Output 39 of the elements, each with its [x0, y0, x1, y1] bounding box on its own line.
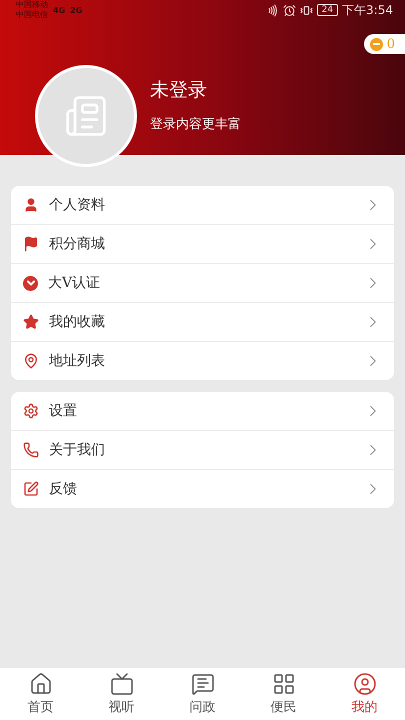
status-time: 下午3:54 — [342, 2, 393, 18]
settings-icon — [23, 403, 39, 419]
user-name[interactable]: 未登录 — [150, 77, 241, 103]
phone-icon — [23, 442, 39, 458]
flag-icon — [23, 236, 39, 252]
coin-icon — [370, 38, 383, 50]
chevron-badge-icon — [23, 276, 38, 290]
user-icon — [352, 672, 376, 696]
home-icon — [28, 672, 52, 696]
menu-item[interactable]: 大V认证 — [11, 263, 394, 302]
points-value: 0 — [386, 36, 395, 52]
alarm-icon — [282, 4, 296, 16]
star-icon — [23, 314, 39, 330]
vibrate-icon — [300, 4, 313, 16]
nav-tab[interactable]: 首页 — [0, 668, 81, 720]
carrier-name: 中国移动 — [16, 0, 48, 10]
network-type: 4G — [53, 6, 66, 14]
newspaper-icon — [64, 94, 108, 138]
nav-tab[interactable]: 我的 — [324, 668, 405, 720]
tv-icon — [110, 672, 134, 696]
nav-tab[interactable]: 视听 — [81, 668, 162, 720]
carrier-name: 中国电信 — [16, 10, 48, 20]
edit-icon — [23, 481, 39, 497]
menu-item[interactable]: 个人资料 — [11, 186, 394, 224]
menu-item[interactable]: 关于我们 — [11, 430, 394, 469]
grid-icon — [272, 672, 296, 696]
message-icon — [190, 672, 214, 696]
person-icon — [23, 197, 39, 213]
menu-item[interactable]: 我的收藏 — [11, 302, 394, 341]
battery-level: 24 — [316, 4, 338, 16]
nav-tab[interactable]: 便民 — [243, 668, 324, 720]
menu-item[interactable]: 反馈 — [11, 469, 394, 508]
location-pin-icon — [23, 353, 39, 369]
menu-item[interactable]: 地址列表 — [11, 341, 394, 380]
login-hint: 登录内容更丰富 — [150, 116, 241, 133]
menu-item[interactable]: 设置 — [11, 392, 394, 430]
network-type: 2G — [70, 6, 82, 14]
menu-item[interactable]: 积分商城 — [11, 224, 394, 263]
nav-tab[interactable]: 问政 — [162, 668, 243, 720]
